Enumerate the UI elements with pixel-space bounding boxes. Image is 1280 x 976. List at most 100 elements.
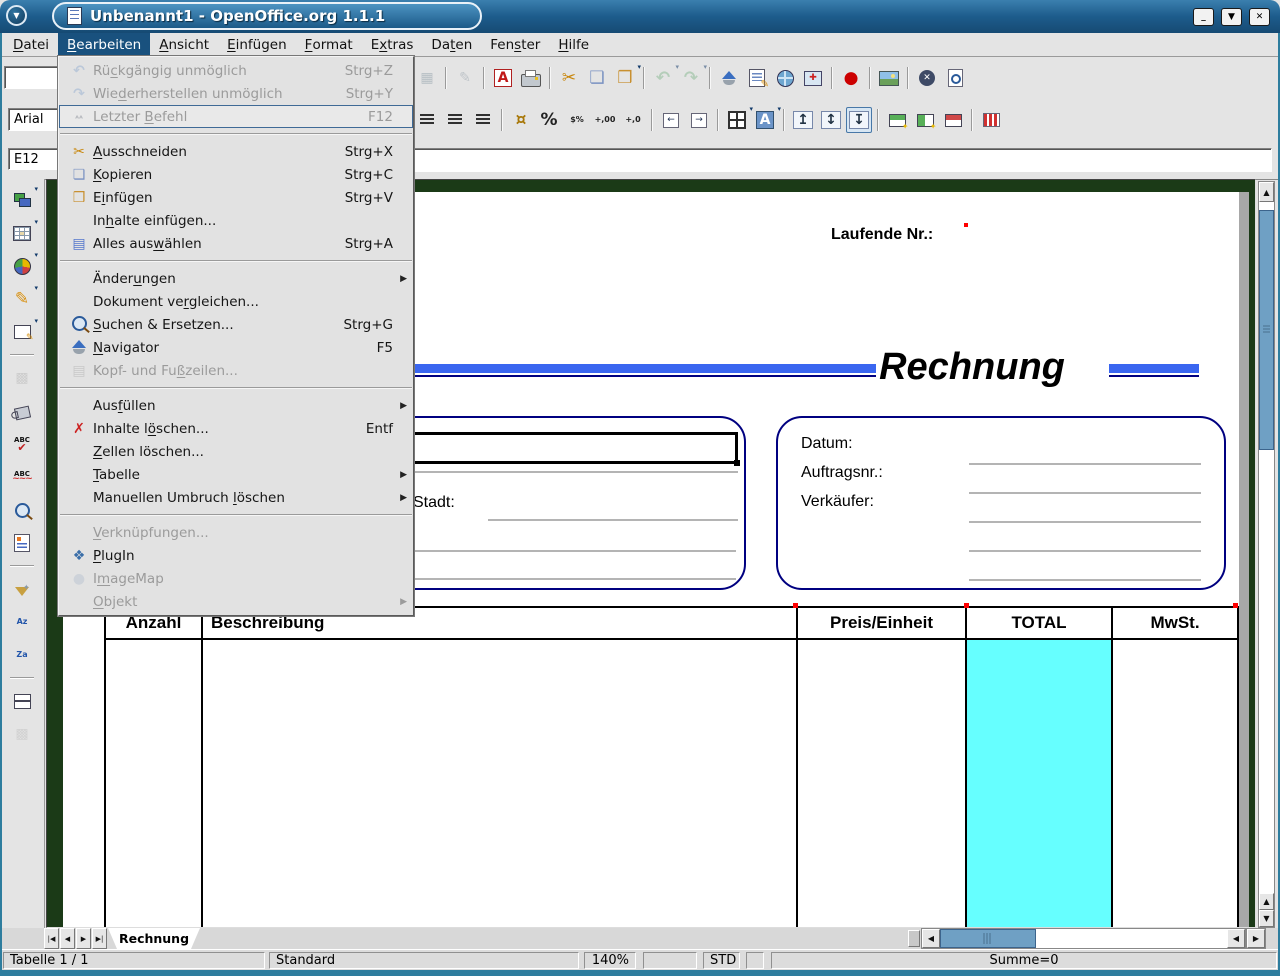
scrollbar-splitter[interactable] <box>908 930 920 947</box>
menu-item-inhalte-loeschen[interactable]: ✗Inhalte löschen...Entf <box>59 417 413 440</box>
menu-item-tabelle[interactable]: Tabelle▶ <box>59 463 413 486</box>
record-button[interactable]: ● <box>838 65 864 91</box>
window-frame-bottom[interactable] <box>0 970 1280 976</box>
zoom-button[interactable] <box>800 65 826 91</box>
datapilot-button[interactable] <box>9 530 35 556</box>
sort-descending-button[interactable]: Za <box>9 642 35 668</box>
dropdown-arrow-icon[interactable]: ▾ <box>34 251 38 259</box>
dropdown-arrow-icon[interactable]: ▾ <box>637 63 641 71</box>
dropdown-arrow-icon[interactable]: ▾ <box>34 284 38 292</box>
mwst-column[interactable] <box>1111 640 1237 928</box>
menu-item-dokument-vergleichen[interactable]: Dokument vergleichen... <box>59 290 413 313</box>
dropdown-arrow-icon[interactable]: ▾ <box>34 317 38 325</box>
titlebar[interactable]: ▼ Unbenannt1 - OpenOffice.org 1.1.1 _ ▼ … <box>0 0 1280 33</box>
auto-spellcheck-button[interactable] <box>9 464 35 490</box>
sheet-next-button[interactable]: ▶ <box>76 928 91 949</box>
window-menu-button[interactable]: ▼ <box>6 5 27 26</box>
menu-fenster[interactable]: Fenster <box>481 33 549 56</box>
split-window-button[interactable] <box>9 688 35 714</box>
align-justify-button[interactable] <box>470 107 496 133</box>
stop-button[interactable] <box>914 65 940 91</box>
menu-item-kopieren[interactable]: ❏KopierenStrg+C <box>59 163 413 186</box>
paste-button[interactable]: ❒▾ <box>612 65 638 91</box>
delete-cells-button[interactable] <box>940 107 966 133</box>
menu-format[interactable]: Format <box>296 33 362 56</box>
sheet-prev-button[interactable]: ◀ <box>60 928 75 949</box>
menu-item-inhalte-einfuegen[interactable]: Inhalte einfügen... <box>59 209 413 232</box>
scroll-down-button[interactable]: ▼ <box>1259 910 1274 927</box>
copy-button[interactable]: ❏ <box>584 65 610 91</box>
menu-item-einfuegen[interactable]: ❒EinfügenStrg+V <box>59 186 413 209</box>
find-button[interactable] <box>9 497 35 523</box>
cut-button[interactable]: ✂ <box>556 65 582 91</box>
menu-item-navigator[interactable]: NavigatorF5 <box>59 336 413 359</box>
styles-button[interactable] <box>9 398 35 424</box>
preis-column[interactable] <box>796 640 965 928</box>
form-controls-button[interactable]: ▾ <box>9 319 35 345</box>
vertical-scrollbar-track[interactable] <box>1259 202 1274 893</box>
vertical-scrollbar-thumb[interactable] <box>1259 210 1274 450</box>
remove-decimal-button[interactable]: +,0 <box>620 107 646 133</box>
sheet-last-button[interactable]: ▶| <box>92 928 107 949</box>
dropdown-arrow-icon[interactable]: ▾ <box>703 63 707 71</box>
scroll-up-button[interactable]: ▲ <box>1259 182 1274 202</box>
menu-einfuegen[interactable]: Einfügen <box>218 33 296 56</box>
sort-ascending-button[interactable]: Az <box>9 609 35 635</box>
menu-ansicht[interactable]: Ansicht <box>150 33 218 56</box>
beschreibung-column[interactable] <box>201 640 796 928</box>
hyperlink-button[interactable] <box>772 65 798 91</box>
menu-item-ausfuellen[interactable]: Ausfüllen▶ <box>59 394 413 417</box>
sheet-tab-rechnung[interactable]: Rechnung <box>108 928 200 949</box>
print-button[interactable] <box>518 65 544 91</box>
anzahl-column[interactable] <box>106 640 201 928</box>
horizontal-scrollbar[interactable]: ◀ ◀ ▶ <box>921 928 1266 949</box>
dropdown-arrow-icon[interactable]: ▾ <box>34 218 38 226</box>
scroll-right-button[interactable]: ▶ <box>1247 929 1265 948</box>
maximize-button[interactable]: ▼ <box>1221 8 1242 26</box>
export-pdf-button[interactable]: A <box>490 65 516 91</box>
number-format-button[interactable]: $% <box>564 107 590 133</box>
menu-hilfe[interactable]: Hilfe <box>549 33 598 56</box>
scroll-up-button-2[interactable]: ▲ <box>1259 893 1274 910</box>
close-button[interactable]: ✕ <box>1249 8 1270 26</box>
horizontal-scrollbar-thumb[interactable] <box>940 929 1036 948</box>
page-preview-button[interactable] <box>942 65 968 91</box>
scroll-left-button-2[interactable]: ◀ <box>1227 929 1245 948</box>
menu-item-suchen-ersetzen[interactable]: Suchen & Ersetzen...Strg+G <box>59 313 413 336</box>
align-middle-button[interactable]: ↕ <box>818 107 844 133</box>
total-column[interactable] <box>965 640 1111 928</box>
vertical-scrollbar[interactable]: ▲ ▲ ▼ <box>1258 181 1275 928</box>
autofilter-button[interactable] <box>9 576 35 602</box>
menu-item-plugin[interactable]: ❖PlugIn <box>59 544 413 567</box>
percent-button[interactable]: % <box>536 107 562 133</box>
insert-columns-button[interactable] <box>912 107 938 133</box>
chart-columns-button[interactable] <box>978 107 1004 133</box>
menu-daten[interactable]: Daten <box>422 33 481 56</box>
navigator-button[interactable] <box>716 65 742 91</box>
menu-bearbeiten[interactable]: Bearbeiten <box>58 33 150 56</box>
dropdown-arrow-icon[interactable]: ▾ <box>34 185 38 193</box>
increase-indent-button[interactable] <box>686 107 712 133</box>
spellcheck-button[interactable] <box>9 431 35 457</box>
insert-rows-button[interactable] <box>884 107 910 133</box>
gallery-button[interactable] <box>876 65 902 91</box>
insert-button[interactable]: ▾ <box>9 187 35 213</box>
insert-cells-button[interactable]: ▾ <box>9 220 35 246</box>
decrease-indent-button[interactable] <box>658 107 684 133</box>
cell-reference-box[interactable]: E12 <box>8 148 60 170</box>
menu-datei[interactable]: Datei <box>4 33 58 56</box>
scroll-left-button[interactable]: ◀ <box>922 929 940 948</box>
background-color-button[interactable]: A▾ <box>752 107 778 133</box>
data-sources-button[interactable] <box>744 65 770 91</box>
minimize-button[interactable]: _ <box>1193 8 1214 26</box>
align-bottom-button[interactable]: ↧ <box>846 107 872 133</box>
dropdown-arrow-icon[interactable]: ▾ <box>777 105 781 113</box>
align-center-button[interactable] <box>414 107 440 133</box>
horizontal-scrollbar-track[interactable] <box>1036 929 1227 948</box>
menu-item-ausschneiden[interactable]: ✂AusschneidenStrg+X <box>59 140 413 163</box>
menu-extras[interactable]: Extras <box>362 33 423 56</box>
borders-button[interactable]: ▾ <box>724 107 750 133</box>
draw-functions-button[interactable]: ✎▾ <box>9 286 35 312</box>
menu-item-umbruch-loeschen[interactable]: Manuellen Umbruch löschen▶ <box>59 486 413 509</box>
menu-item-alles-auswaehlen[interactable]: ▤Alles auswählenStrg+A <box>59 232 413 255</box>
